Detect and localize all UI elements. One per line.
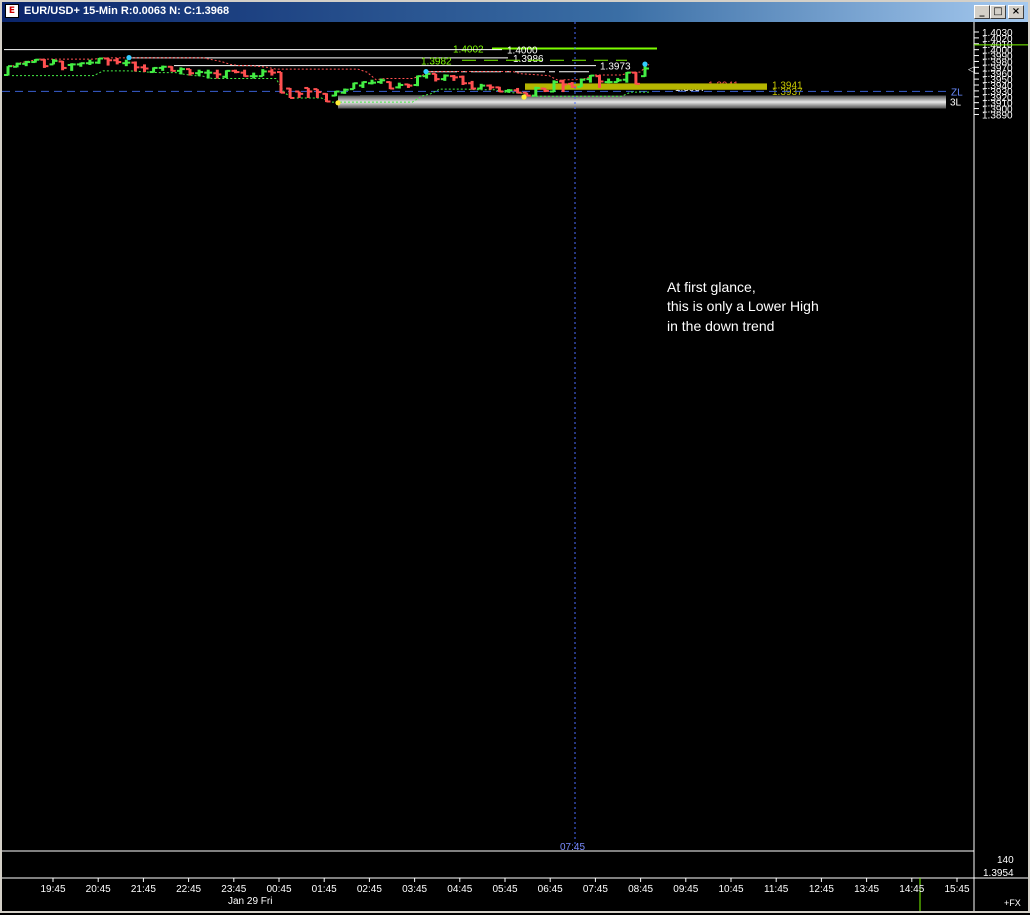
time-tick-label-1: 20:45 (86, 884, 111, 895)
demand-zone-box (525, 83, 767, 90)
swing-marker-0 (126, 55, 132, 61)
time-tick-label-4: 23:45 (221, 884, 246, 895)
time-tick-label-13: 08:45 (628, 884, 653, 895)
maximize-icon: □ (993, 6, 1003, 17)
time-tick-label-14: 09:45 (673, 884, 698, 895)
time-tick-label-0: 19:45 (40, 884, 65, 895)
level-label-1.3986: 1.3986 (513, 54, 544, 65)
time-tick-label-8: 03:45 (402, 884, 427, 895)
time-tick-label-11: 06:45 (538, 884, 563, 895)
time-tick-label-10: 05:45 (492, 884, 517, 895)
swing-marker-1 (423, 68, 429, 75)
date-label: Jan 29 Fri (228, 896, 272, 907)
annotation-line-3: in the down trend (667, 318, 774, 334)
close-button[interactable]: × (1008, 5, 1024, 19)
time-tick-label-5: 00:45 (266, 884, 291, 895)
price-pointer-icon: ◁ (968, 64, 975, 74)
time-tick-label-2: 21:45 (131, 884, 156, 895)
time-tick-label-18: 13:45 (854, 884, 879, 895)
support-3l-bar (338, 95, 946, 109)
swing-marker-2 (642, 61, 648, 67)
corner-label: +FX (1004, 898, 1021, 908)
time-tick-label-7: 02:45 (357, 884, 382, 895)
chart-app-icon[interactable]: E (5, 4, 19, 18)
time-tick-label-20: 15:45 (944, 884, 969, 895)
annotation-line-1: At first glance, (667, 279, 756, 295)
swing-marker-3 (335, 100, 341, 106)
price-tick-label-14: 1.3890 (982, 110, 1013, 121)
bottom-panel-price: 1.3954 (983, 868, 1014, 879)
window-title: EUR/USD+ 15-Min R:0.0063 N: C:1.3968 (24, 5, 230, 17)
support-3l-label: 3L (950, 98, 962, 109)
minimize-icon: _ (979, 6, 985, 17)
time-tick-label-12: 07:45 (583, 884, 608, 895)
swing-marker-4 (521, 94, 527, 100)
time-tick-label-19: 14:45 (899, 884, 924, 895)
bottom-panel-value: 140 (997, 855, 1014, 866)
price-chart[interactable]: 1.4002 1.4000 1.3986 1.3982 1.3973 1.3941 1.39… (2, 22, 1028, 911)
time-tick-label-17: 12:45 (809, 884, 834, 895)
close-icon: × (1011, 6, 1021, 17)
minimize-button[interactable]: _ (974, 5, 990, 19)
level-label-1.3973: 1.3973 (600, 62, 631, 73)
time-tick-label-6: 01:45 (312, 884, 337, 895)
time-tick-label-15: 10:45 (718, 884, 743, 895)
maximize-button[interactable]: □ (990, 5, 1006, 19)
annotation-line-2: this is only a Lower High (667, 298, 819, 314)
time-tick-label-9: 04:45 (447, 884, 472, 895)
time-tick-label-16: 11:45 (764, 884, 789, 895)
time-tick-label-3: 22:45 (176, 884, 201, 895)
chart-window: E EUR/USD+ 15-Min R:0.0063 N: C:1.3968 _… (0, 0, 1030, 913)
title-bar[interactable]: E EUR/USD+ 15-Min R:0.0063 N: C:1.3968 _… (2, 2, 1028, 22)
